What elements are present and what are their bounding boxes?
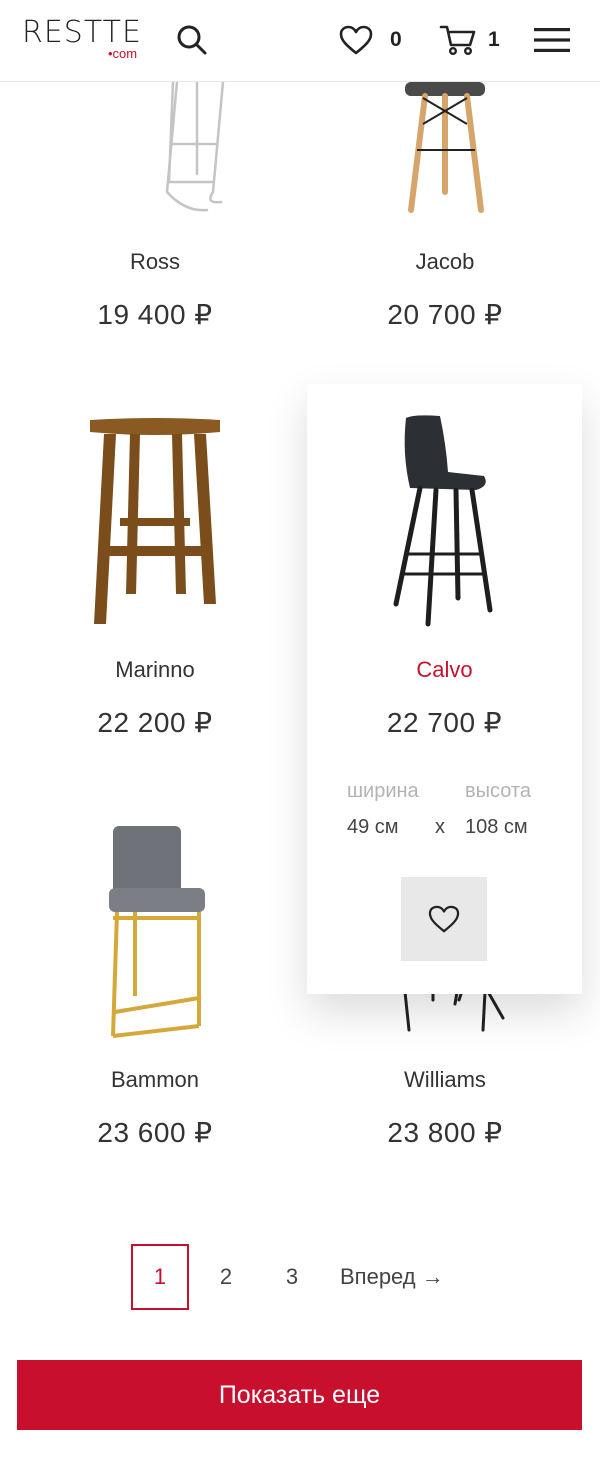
product-image-marinno[interactable] <box>17 414 293 628</box>
height-value: 108 см <box>465 816 528 838</box>
product-image-jacob[interactable] <box>307 82 583 222</box>
logo-text: RESTTE <box>22 15 142 50</box>
page-1-link[interactable]: 1 <box>131 1244 189 1310</box>
page-2-link[interactable]: 2 <box>210 1244 242 1310</box>
favorites-heart-icon[interactable] <box>336 20 376 60</box>
product-name[interactable]: Bammon <box>17 1066 293 1094</box>
times-sign: x <box>435 816 445 838</box>
product-price: 19 400 ₽ <box>97 299 213 330</box>
product-price: 23 600 ₽ <box>97 1117 213 1148</box>
product-image-calvo[interactable] <box>307 414 582 628</box>
product-card-bammon[interactable]: Bammon 23 600 ₽ <box>17 790 293 1190</box>
product-image-williams[interactable] <box>307 990 583 1034</box>
height-label: высота <box>465 780 531 802</box>
width-label: ширина <box>347 780 419 802</box>
product-name[interactable]: Ross <box>17 248 293 276</box>
site-header: RESTTE •com 0 1 <box>0 0 600 82</box>
width-value: 49 см <box>347 816 399 838</box>
product-image-bammon[interactable] <box>17 826 293 1038</box>
product-card-ross[interactable]: Ross 19 400 ₽ <box>17 82 293 382</box>
search-icon[interactable] <box>172 20 212 60</box>
product-name[interactable]: Williams <box>307 1066 583 1094</box>
product-name[interactable]: Marinno <box>17 656 293 684</box>
heart-icon <box>428 905 460 933</box>
product-name[interactable]: Calvo <box>307 656 582 684</box>
product-price: 23 800 ₽ <box>387 1117 503 1148</box>
product-card-marinno[interactable]: Marinno 22 200 ₽ <box>17 384 293 784</box>
menu-hamburger-icon[interactable] <box>532 20 572 60</box>
product-price: 20 700 ₽ <box>387 299 503 330</box>
next-page-link[interactable]: Вперед → <box>340 1244 460 1310</box>
product-price: 22 700 ₽ <box>386 707 503 738</box>
show-more-button[interactable]: Показать еще <box>17 1360 582 1430</box>
product-card-jacob[interactable]: Jacob 20 700 ₽ <box>307 82 583 382</box>
product-image-ross[interactable] <box>17 82 293 222</box>
product-name[interactable]: Jacob <box>307 248 583 276</box>
logo[interactable]: RESTTE •com <box>22 16 150 64</box>
cart-icon[interactable] <box>438 20 478 60</box>
add-to-favorites-button[interactable] <box>401 877 487 961</box>
cart-count: 1 <box>488 28 500 51</box>
product-card-calvo[interactable]: Calvo 22 700 ₽ ширина высота 49 см x 108… <box>307 384 582 994</box>
page-3-link[interactable]: 3 <box>276 1244 308 1310</box>
logo-domain: •com <box>108 46 138 61</box>
pagination: 1 2 3 Вперед → <box>0 1244 600 1310</box>
product-price: 22 200 ₽ <box>97 707 213 738</box>
favorites-count: 0 <box>390 28 402 51</box>
